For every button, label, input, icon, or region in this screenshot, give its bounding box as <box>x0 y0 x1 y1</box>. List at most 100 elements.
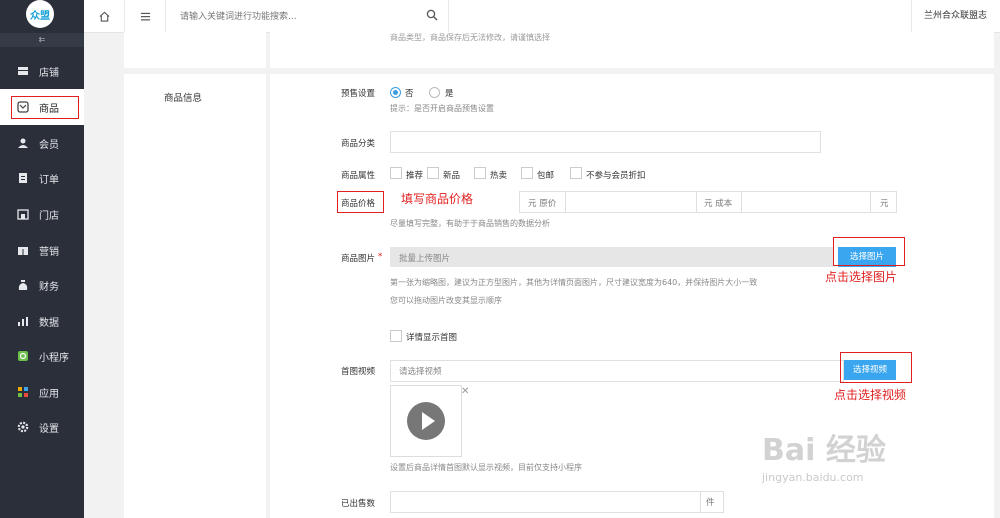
required-mark: * <box>378 252 383 262</box>
menu-button[interactable] <box>125 0 166 32</box>
sidebar-item-settings[interactable]: 设置 <box>0 409 84 445</box>
chart-icon <box>18 317 28 326</box>
home-button[interactable] <box>84 0 125 32</box>
images-label: 商品图片 <box>341 254 376 264</box>
attr-label-new: 新品 <box>443 171 461 181</box>
price-unit-cost: 元 成本 <box>704 199 733 209</box>
menu-icon <box>140 12 150 20</box>
presale-hint: 提示：是否开启商品预售设置 <box>390 104 494 113</box>
attr-label-hot: 热卖 <box>490 171 508 181</box>
video-thumbnail[interactable] <box>390 385 462 457</box>
sidebar-item-label: 店铺 <box>39 67 59 79</box>
form-panel-left <box>124 74 266 518</box>
attr-checkbox-hot[interactable] <box>474 167 486 179</box>
sidebar-item-orders[interactable]: 订单 <box>0 160 84 196</box>
attr-checkbox-new[interactable] <box>427 167 439 179</box>
money-icon <box>18 280 28 290</box>
price-unit-yuan: 元 <box>880 199 889 209</box>
sidebar-item-label: 财务 <box>39 281 59 293</box>
attr-label-recommend: 推荐 <box>406 171 424 181</box>
presale-radio-yes[interactable] <box>429 87 440 98</box>
annotation-highlight-price <box>337 191 384 213</box>
annotation-video-note: 点击选择视频 <box>834 388 907 402</box>
detail-first-image-checkbox[interactable] <box>390 330 402 342</box>
company-name[interactable]: 兰州合众联盟志 <box>911 0 1000 32</box>
baidu-watermark: Bai 经验 jingyan.baidu.com <box>762 425 886 484</box>
attr-label-no-member-discount: 不参与会员折扣 <box>586 171 646 181</box>
sidebar-collapse-toggle[interactable]: ⇇ <box>0 33 84 47</box>
presale-option-no: 否 <box>405 89 414 99</box>
presale-radio-no[interactable] <box>390 87 401 98</box>
annotation-highlight-goods <box>11 96 79 119</box>
category-select[interactable] <box>390 131 821 153</box>
apps-icon <box>18 387 28 397</box>
sidebar-item-apps[interactable]: 应用 <box>0 374 84 410</box>
gift-icon <box>18 246 28 255</box>
sold-label: 已出售数 <box>341 499 376 509</box>
logo-icon: 众盟 <box>26 0 54 28</box>
attr-checkbox-no-member-discount[interactable] <box>570 167 582 179</box>
original-price-input[interactable] <box>565 191 697 213</box>
price-unit-original: 元 原价 <box>528 199 557 209</box>
sidebar-item-miniprogram[interactable]: 小程序 <box>0 338 84 374</box>
sidebar-item-label: 数据 <box>39 317 59 329</box>
sidebar-item-marketing[interactable]: 营销 <box>0 232 84 268</box>
play-icon[interactable] <box>407 402 445 440</box>
detail-first-image-label: 详情显示首图 <box>406 333 458 343</box>
cost-price-input[interactable] <box>741 191 871 213</box>
store-icon <box>18 67 28 75</box>
category-label: 商品分类 <box>341 139 376 149</box>
sidebar-item-stores[interactable]: 门店 <box>0 196 84 232</box>
annotation-highlight-select-image <box>833 237 905 266</box>
sold-count-input[interactable] <box>390 491 702 513</box>
goods-type-hint: 商品类型，商品保存后无法修改，请谨慎选择 <box>390 33 550 42</box>
gear-icon <box>17 421 29 433</box>
watermark-logo: Bai 经验 <box>762 433 886 468</box>
watermark-url: jingyan.baidu.com <box>762 471 864 484</box>
attr-checkbox-free-shipping[interactable] <box>521 167 533 179</box>
search-box <box>168 0 449 32</box>
sidebar-item-label: 会员 <box>39 139 59 151</box>
sidebar-item-label: 门店 <box>39 210 59 222</box>
search-icon[interactable] <box>426 9 438 21</box>
sidebar-item-members[interactable]: 会员 <box>0 125 84 161</box>
form-panel-right-top <box>270 32 994 68</box>
sold-unit: 件 <box>706 498 715 508</box>
user-icon <box>18 138 28 148</box>
video-label: 首图视频 <box>341 367 376 377</box>
sidebar-item-label: 应用 <box>39 388 59 400</box>
price-hint: 尽量填写完整，有助于于商品销售的数据分析 <box>390 219 550 228</box>
home-icon <box>99 11 109 22</box>
sidebar-item-store[interactable]: 店铺 <box>0 53 84 89</box>
video-input[interactable] <box>390 360 844 382</box>
logo[interactable]: 众盟 <box>22 0 58 30</box>
presale-option-yes: 是 <box>445 89 454 99</box>
attr-checkbox-recommend[interactable] <box>390 167 402 179</box>
video-hint: 设置后商品详情首图默认显示视频，目前仅支持小程序 <box>390 463 582 472</box>
sidebar-item-label: 订单 <box>39 174 59 186</box>
attr-label-free-shipping: 包邮 <box>537 171 555 181</box>
presale-label: 预售设置 <box>341 89 376 99</box>
images-upload-field[interactable] <box>390 247 834 267</box>
shop-icon <box>17 209 29 220</box>
form-panel-left-top <box>124 32 266 68</box>
annotation-highlight-select-video <box>840 352 912 383</box>
annotation-image-note: 点击选择图片 <box>825 270 898 284</box>
attributes-label: 商品属性 <box>341 171 376 181</box>
images-hint-2: 您可以拖动图片改变其显示顺序 <box>390 296 502 305</box>
images-placeholder: 批量上传图片 <box>399 254 451 264</box>
section-title: 商品信息 <box>164 93 203 104</box>
order-icon <box>19 173 27 183</box>
sidebar-item-finance[interactable]: 财务 <box>0 267 84 303</box>
search-input[interactable] <box>178 8 422 26</box>
sidebar-item-label: 小程序 <box>39 352 69 364</box>
sidebar: 众盟 ⇇ 店铺 商品 会员 订单 门店 营销 财务 数据 小程序 应用 设置 <box>0 0 84 518</box>
sidebar-item-data[interactable]: 数据 <box>0 303 84 339</box>
annotation-price-note: 填写商品价格 <box>401 192 474 206</box>
remove-video-icon[interactable]: ✕ <box>461 386 469 397</box>
sidebar-item-label: 营销 <box>39 246 59 258</box>
images-hint-1: 第一张为缩略图，建议为正方型图片，其他为详情页面图片，尺寸建议宽度为640，并保… <box>390 278 758 287</box>
sidebar-item-label: 设置 <box>39 423 59 435</box>
video-placeholder: 请选择视频 <box>399 367 442 377</box>
topbar: 兰州合众联盟志 <box>84 0 1000 33</box>
